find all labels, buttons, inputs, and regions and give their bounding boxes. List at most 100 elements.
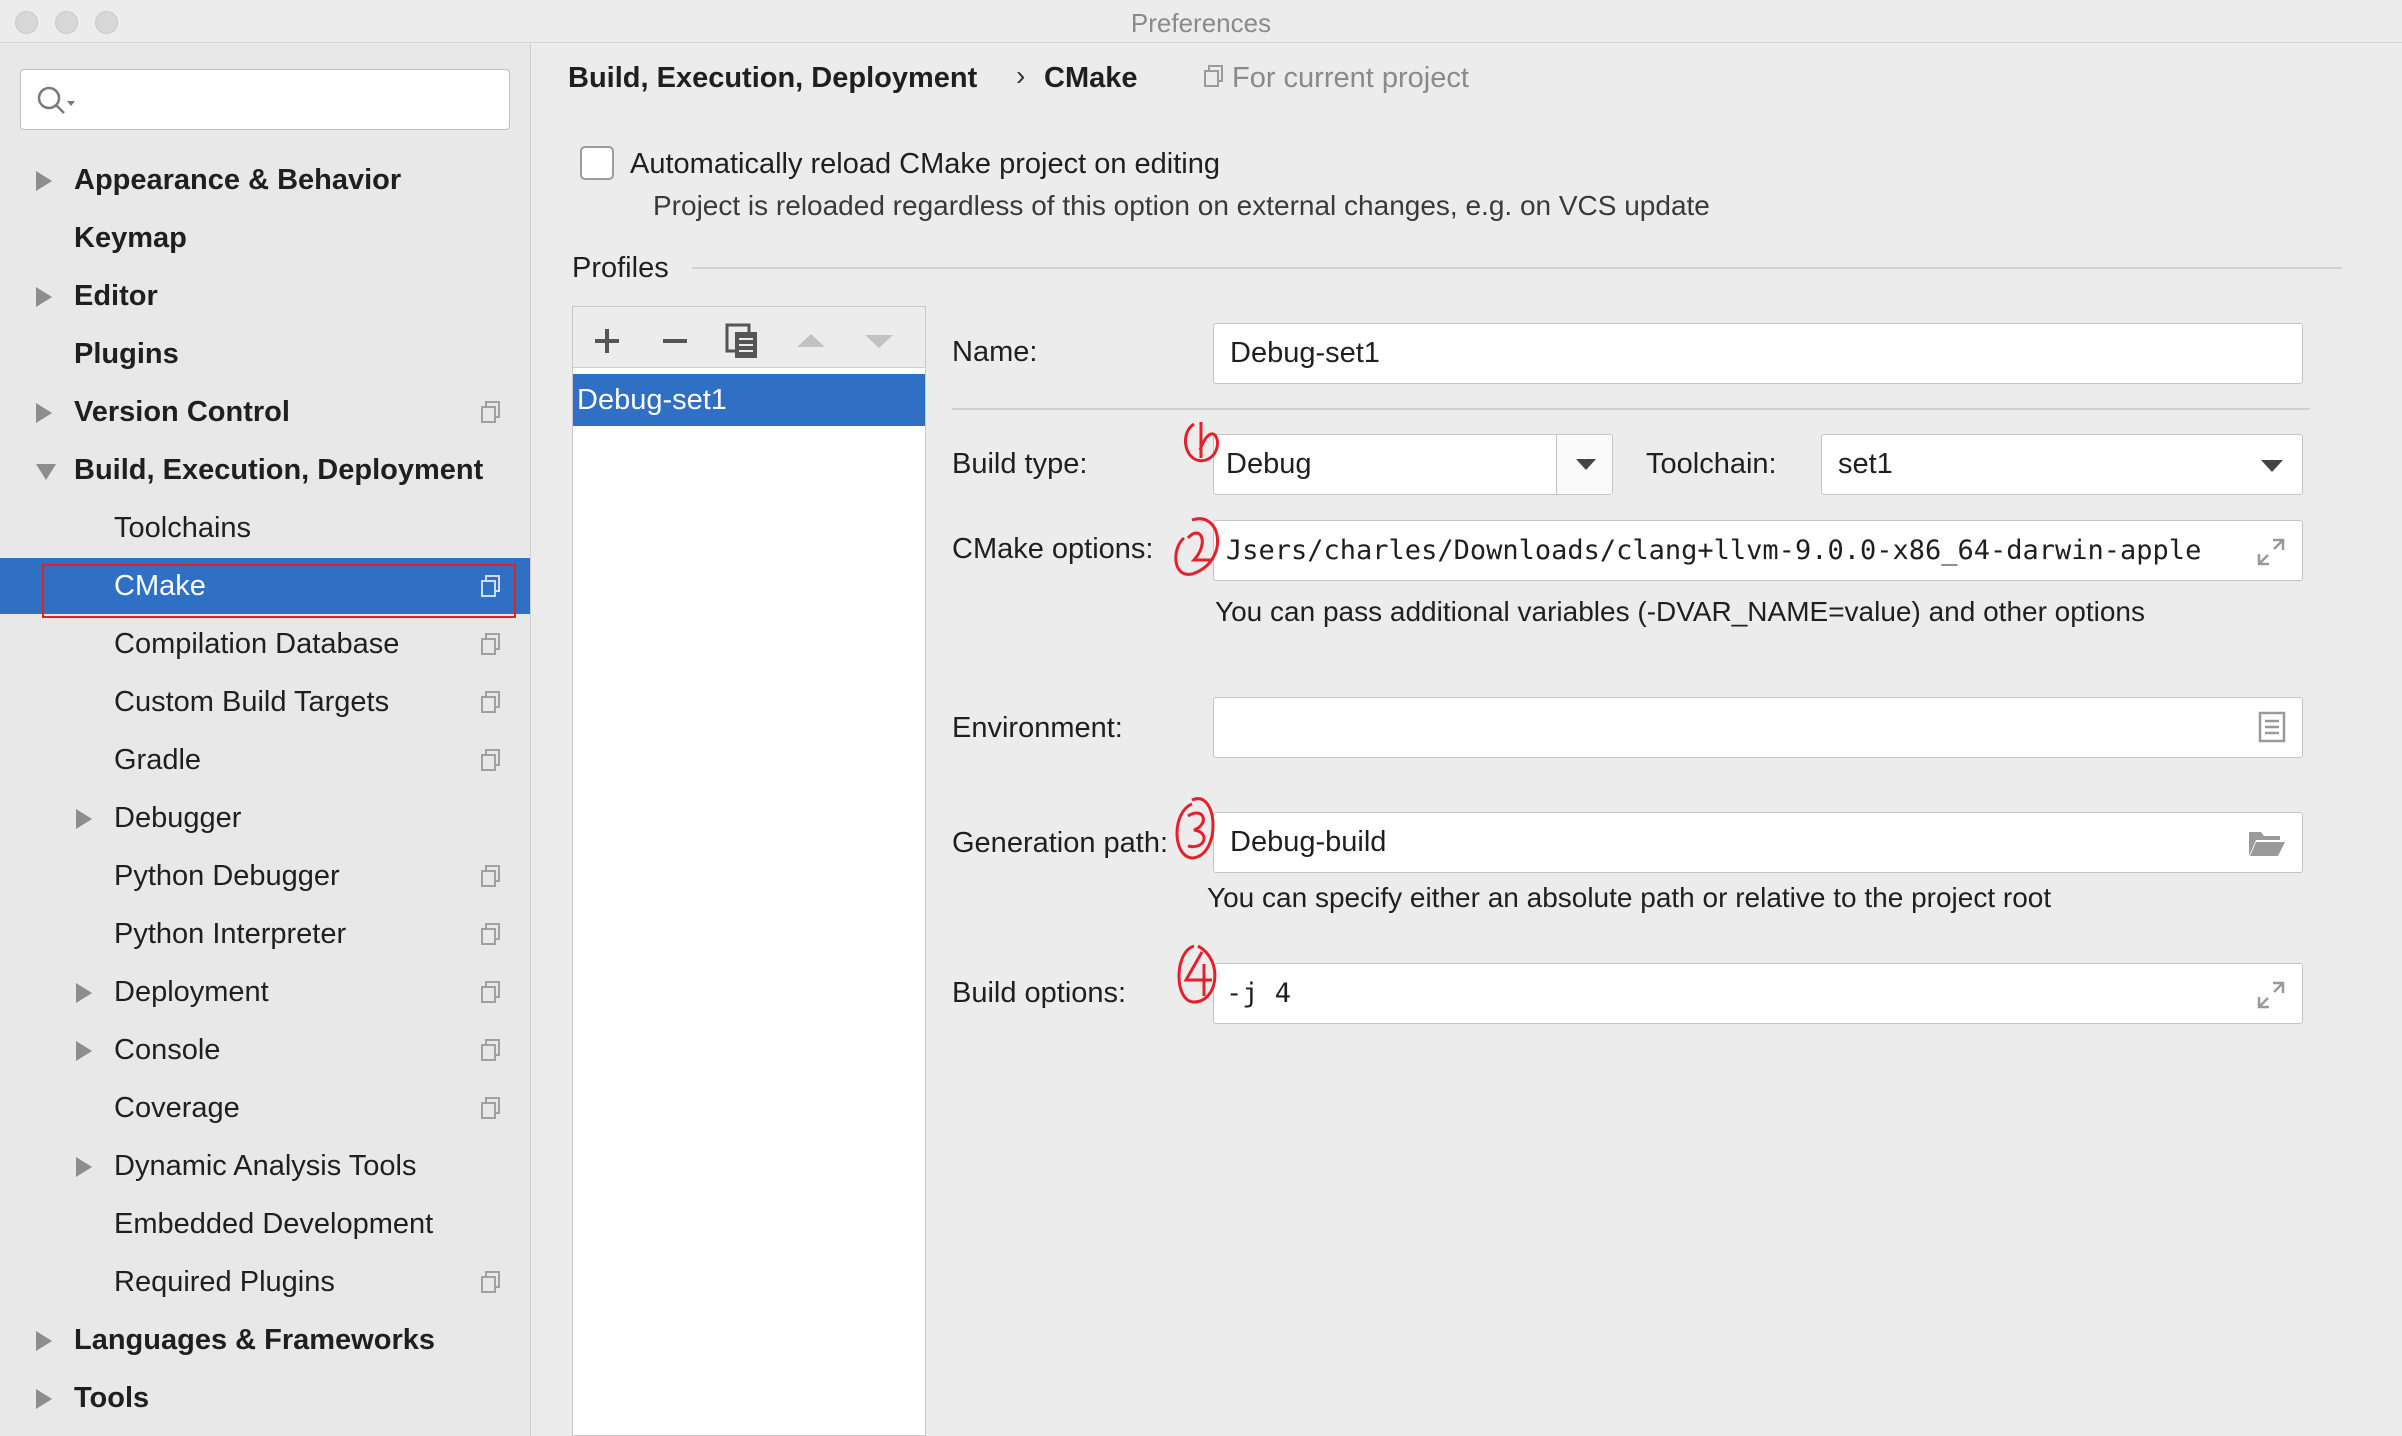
- project-scope-icon: [481, 1039, 500, 1061]
- chevron-right-icon[interactable]: [36, 171, 52, 191]
- sidebar-item-compilation-database[interactable]: Compilation Database: [0, 616, 530, 672]
- move-down-icon[interactable]: [859, 321, 899, 361]
- toolchain-select[interactable]: set1: [1821, 434, 2303, 495]
- sidebar-item-label: Keymap: [74, 222, 187, 254]
- build-type-select[interactable]: Debug: [1213, 434, 1613, 495]
- chevron-right-icon[interactable]: [36, 403, 52, 423]
- sidebar-item-tools[interactable]: Tools: [0, 1370, 530, 1426]
- profiles-section-label: Profiles: [572, 252, 669, 284]
- sidebar-item-label: Embedded Development: [114, 1208, 434, 1240]
- sidebar-item-debugger[interactable]: Debugger: [0, 790, 530, 846]
- folder-icon[interactable]: [2248, 828, 2286, 858]
- add-icon[interactable]: [587, 321, 627, 361]
- sidebar-item-label: Version Control: [74, 396, 290, 428]
- sidebar-item-label: Gradle: [114, 744, 202, 776]
- sidebar-item-label: Toolchains: [114, 512, 252, 544]
- sidebar-item-editor[interactable]: Editor: [0, 268, 530, 324]
- cmake-options-hint: You can pass additional variables (-DVAR…: [1215, 596, 2145, 627]
- sidebar-item-deployment[interactable]: Deployment: [0, 964, 530, 1020]
- document-icon[interactable]: [2258, 711, 2286, 743]
- project-scope-icon: [481, 1097, 500, 1119]
- chevron-right-icon[interactable]: [76, 983, 92, 1003]
- title-bar: Preferences: [0, 0, 2402, 43]
- chevron-down-icon: [2261, 460, 2283, 472]
- sidebar-item-dynamic-analysis-tools[interactable]: Dynamic Analysis Tools: [0, 1138, 530, 1194]
- sidebar-item-label: Tools: [74, 1382, 150, 1414]
- sidebar-item-label: Coverage: [114, 1092, 240, 1124]
- sidebar-item-embedded-development[interactable]: Embedded Development: [0, 1196, 530, 1252]
- annotation-mark-4: [1177, 944, 1217, 1004]
- generation-path-label: Generation path:: [952, 827, 1169, 859]
- annotation-mark-1: [1184, 422, 1219, 463]
- name-field[interactable]: Debug-set1: [1213, 323, 2303, 384]
- build-type-label: Build type:: [952, 448, 1088, 480]
- sidebar-item-build-execution-deployment[interactable]: Build, Execution, Deployment: [0, 442, 530, 498]
- sidebar-item-label: Compilation Database: [114, 628, 400, 660]
- auto-reload-checkbox[interactable]: [580, 146, 614, 180]
- sidebar-item-required-plugins[interactable]: Required Plugins: [0, 1254, 530, 1310]
- sidebar-item-plugins[interactable]: Plugins: [0, 326, 530, 382]
- sidebar-item-console[interactable]: Console: [0, 1022, 530, 1078]
- toolchain-value: set1: [1838, 448, 1893, 480]
- chevron-right-icon[interactable]: [36, 1331, 52, 1351]
- sidebar-item-label: Build, Execution, Deployment: [74, 454, 484, 486]
- chevron-right-icon[interactable]: [76, 1157, 92, 1177]
- project-scope-icon: [481, 749, 500, 771]
- cmake-options-field[interactable]: Jsers/charles/Downloads/clang+llvm-9.0.0…: [1213, 520, 2303, 581]
- expand-icon[interactable]: [2256, 980, 2286, 1010]
- copy-icon[interactable]: [723, 321, 763, 361]
- breadcrumb-separator: ›: [1016, 60, 1026, 91]
- environment-label: Environment:: [952, 712, 1123, 744]
- auto-reload-label[interactable]: Automatically reload CMake project on ed…: [630, 148, 1220, 181]
- sidebar-item-gradle[interactable]: Gradle: [0, 732, 530, 788]
- chevron-right-icon[interactable]: [76, 809, 92, 829]
- sidebar-item-custom-build-targets[interactable]: Custom Build Targets: [0, 674, 530, 730]
- sidebar-item-label: Console: [114, 1034, 221, 1066]
- environment-field[interactable]: [1213, 697, 2303, 758]
- project-scope-icon: [481, 981, 500, 1003]
- chevron-right-icon[interactable]: [36, 287, 52, 307]
- sidebar-item-label: Custom Build Targets: [114, 686, 390, 718]
- chevron-down-icon[interactable]: [1556, 435, 1612, 494]
- project-scope-icon: [481, 923, 500, 945]
- chevron-down-icon[interactable]: [36, 464, 56, 480]
- sidebar-item-keymap[interactable]: Keymap: [0, 210, 530, 266]
- generation-path-value: Debug-build: [1230, 826, 1387, 858]
- generation-path-field[interactable]: Debug-build: [1213, 812, 2303, 873]
- sidebar-item-version-control[interactable]: Version Control: [0, 384, 530, 440]
- toolchain-label: Toolchain:: [1646, 448, 1777, 480]
- project-scope-icon: [481, 691, 500, 713]
- chevron-right-icon[interactable]: [36, 1389, 52, 1409]
- breadcrumb-parent[interactable]: Build, Execution, Deployment: [568, 62, 977, 95]
- sidebar-item-coverage[interactable]: Coverage: [0, 1080, 530, 1136]
- chevron-right-icon[interactable]: [76, 1041, 92, 1061]
- sidebar-item-appearance-behavior[interactable]: Appearance & Behavior: [0, 152, 530, 208]
- sidebar-item-label: Languages & Frameworks: [74, 1324, 435, 1356]
- search-icon: [37, 86, 75, 114]
- sidebar-item-label: Python Debugger: [114, 860, 340, 892]
- annotation-mark-3: [1175, 797, 1215, 860]
- project-scope-icon: [481, 401, 500, 423]
- search-input[interactable]: [20, 69, 510, 130]
- sidebar-item-label: Appearance & Behavior: [74, 164, 402, 196]
- remove-icon[interactable]: [655, 321, 695, 361]
- profiles-divider: [692, 267, 2342, 269]
- expand-icon[interactable]: [2256, 537, 2286, 567]
- move-up-icon[interactable]: [791, 321, 831, 361]
- sidebar-item-toolchains[interactable]: Toolchains: [0, 500, 530, 556]
- scope-text: For current project: [1232, 62, 1469, 94]
- sidebar-item-cmake[interactable]: CMake: [0, 558, 530, 618]
- settings-sidebar: Appearance & Behavior Keymap Editor Plugins…: [0, 44, 531, 1436]
- sidebar-item-label: Deployment: [114, 976, 269, 1008]
- breadcrumb-current: CMake: [1044, 62, 1138, 94]
- sidebar-item-languages-frameworks[interactable]: Languages & Frameworks: [0, 1312, 530, 1368]
- profile-item[interactable]: Debug-set1: [573, 374, 925, 426]
- sidebar-item-python-interpreter[interactable]: Python Interpreter: [0, 906, 530, 962]
- sidebar-item-python-debugger[interactable]: Python Debugger: [0, 848, 530, 904]
- profiles-list-panel: Debug-set1: [572, 306, 926, 1436]
- cmake-options-value: Jsers/charles/Downloads/clang+llvm-9.0.0…: [1226, 535, 2202, 566]
- project-scope-icon: [1204, 65, 1223, 87]
- build-options-field[interactable]: -j 4: [1213, 963, 2303, 1024]
- window-title: Preferences: [1130, 8, 1272, 38]
- project-scope-icon: [481, 1271, 500, 1293]
